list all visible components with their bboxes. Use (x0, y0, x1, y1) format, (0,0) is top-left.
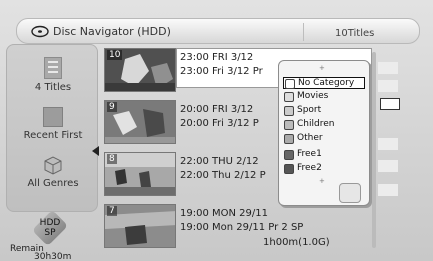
arrow-left-icon (92, 146, 99, 156)
square-icon (43, 107, 63, 127)
header-divider (303, 23, 304, 41)
genre-item-label: No Category (298, 78, 355, 88)
view-titles-label: 4 Titles (34, 82, 72, 93)
genre-item-children[interactable]: Children (283, 119, 365, 131)
genre-item-free1[interactable]: Free1 (283, 149, 365, 161)
hdd-badge-text: HDD SP (32, 218, 68, 238)
free2-icon (284, 164, 294, 174)
genre-item-label: Free1 (297, 149, 322, 159)
title-rec-time: 22:00 THU 2/12 (180, 156, 259, 167)
title-thumbnail: 9 (104, 100, 176, 144)
scrollbar[interactable] (372, 52, 376, 248)
title-thumbnail: 10 (104, 48, 176, 92)
genre-item-label: Movies (297, 91, 329, 101)
view-titles-button[interactable]: 4 Titles (7, 57, 99, 93)
sort-order-button[interactable]: Recent First (7, 107, 99, 141)
remain-indicator: HDD SP Remain 30h30m (6, 209, 94, 261)
genre-item-label: Children (297, 119, 335, 129)
title-number: 9 (107, 102, 117, 112)
genre-item-sport[interactable]: Sport (283, 105, 365, 117)
side-bar (378, 160, 398, 172)
genre-item-movies[interactable]: Movies (283, 91, 365, 103)
genre-item-no-category[interactable]: No Category (283, 77, 365, 89)
side-bar (378, 62, 398, 74)
title-rec-time: 19:00 MON 29/11 (180, 208, 268, 219)
genre-popup-menu: + No Category Movies Sport Children Othe… (278, 60, 370, 206)
title-number: 7 (107, 206, 117, 216)
selection-box (380, 98, 400, 110)
title-name: 22:00 Thu 2/12 P (180, 170, 266, 181)
box-icon (44, 156, 62, 175)
title-duration: 1h00m(1.0G) (263, 237, 330, 248)
genre-filter-label: All Genres (27, 178, 79, 189)
title-number: 10 (107, 50, 123, 60)
sort-order-label: Recent First (23, 130, 83, 141)
app-title: Disc Navigator (HDD) (53, 25, 171, 38)
title-rec-time: 23:00 FRI 3/12 (180, 52, 254, 63)
side-bar (378, 80, 398, 92)
movies-icon (284, 92, 294, 102)
genre-item-label: Free2 (297, 163, 322, 173)
rec-mode-label: SP (44, 228, 56, 238)
popup-confirm-button[interactable] (339, 183, 361, 203)
side-bar (378, 138, 398, 150)
title-row[interactable]: 7 19:00 MON 29/11 19:00 Mon 29/11 Pr 2 S… (100, 202, 368, 250)
screen: Disc Navigator (HDD) 10Titles 4 Titles R… (0, 0, 433, 261)
side-bar (378, 184, 398, 196)
list-icon (44, 57, 62, 79)
free1-icon (284, 150, 294, 160)
genre-item-label: Sport (297, 105, 322, 115)
genre-item-label: Other (297, 133, 323, 143)
title-name: 19:00 Mon 29/11 Pr 2 SP (180, 222, 304, 233)
title-thumbnail: 8 (104, 152, 176, 196)
scroll-down-icon[interactable]: + (319, 177, 325, 185)
title-number: 8 (107, 154, 117, 164)
title-name: 20:00 Fri 3/12 P (180, 118, 259, 129)
scroll-up-icon[interactable]: + (319, 64, 325, 72)
disc-icon (31, 25, 49, 38)
title-thumbnail: 7 (104, 204, 176, 248)
other-icon (284, 134, 294, 144)
no-category-icon (285, 79, 295, 89)
genre-filter-button[interactable]: All Genres (7, 155, 99, 189)
genre-item-free2[interactable]: Free2 (283, 163, 365, 175)
title-rec-time: 20:00 FRI 3/12 (180, 104, 254, 115)
genre-item-other[interactable]: Other (283, 133, 365, 145)
header-bar: Disc Navigator (HDD) 10Titles (16, 18, 420, 44)
remain-value: 30h30m (34, 252, 72, 261)
children-icon (284, 120, 294, 130)
sport-icon (284, 106, 294, 116)
left-panel: 4 Titles Recent First All Genres (6, 44, 98, 212)
title-name: 23:00 Fri 3/12 Pr (180, 66, 263, 77)
title-count: 10Titles (335, 28, 375, 39)
hdd-label: HDD (39, 218, 61, 228)
